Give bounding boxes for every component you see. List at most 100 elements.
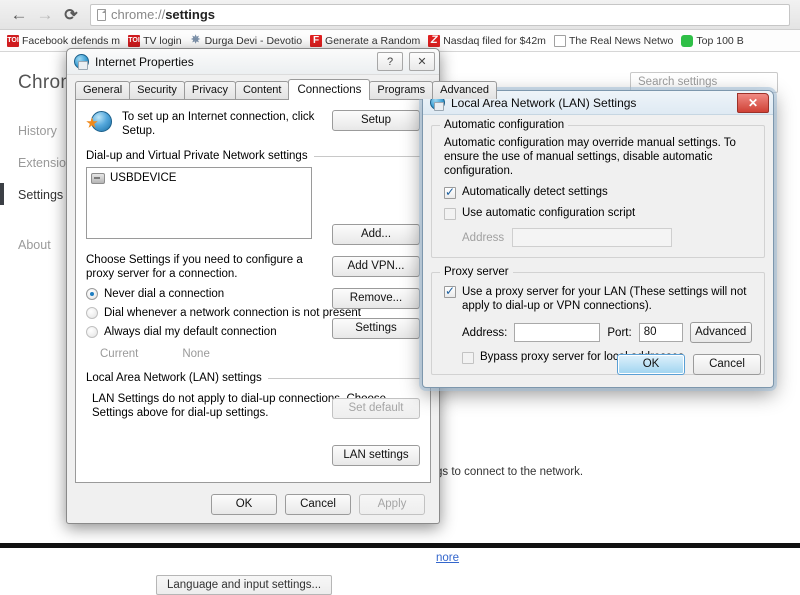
lan-settings-footer: OK Cancel (617, 354, 761, 375)
toi-icon: TOI (7, 34, 19, 47)
advanced-button[interactable]: Advanced (689, 322, 752, 343)
checkbox-icon[interactable] (444, 208, 456, 220)
proxy-address-input[interactable] (514, 323, 601, 342)
add-button[interactable]: Add... (332, 224, 420, 245)
bookmark-item[interactable]: TOI Facebook defends m (4, 34, 123, 48)
current-connection-row: Current None (100, 348, 420, 360)
dialup-group-header: Dial-up and Virtual Private Network sett… (86, 150, 420, 162)
internet-properties-footer: OK Cancel Apply (67, 494, 439, 515)
green-chat-icon (681, 34, 694, 47)
z-icon: Z (428, 34, 441, 47)
tab-content[interactable]: Content (234, 81, 290, 99)
use-proxy-checkbox-row[interactable]: Use a proxy server for your LAN (These s… (444, 284, 752, 313)
modem-icon (91, 172, 105, 184)
bookmark-item[interactable]: The Real News Netwo (551, 34, 676, 48)
connection-name: USBDEVICE (110, 172, 177, 184)
tab-security[interactable]: Security (129, 81, 185, 99)
lan-settings-button[interactable]: LAN settings (332, 445, 420, 466)
lan-settings-dialog: Local Area Network (LAN) Settings ✕ Auto… (422, 90, 774, 388)
add-vpn-button[interactable]: Add VPN... (332, 256, 420, 277)
script-address-input[interactable] (512, 228, 673, 247)
bookmark-item[interactable]: Top 100 B (678, 34, 746, 48)
bookmark-item[interactable]: Z Nasdaq filed for $42m (425, 34, 549, 48)
page-bottom-edge (0, 543, 800, 548)
set-default-button[interactable]: Set default (332, 398, 420, 419)
checkbox-label: Automatically detect settings (462, 186, 608, 198)
radio-icon[interactable] (86, 288, 98, 300)
browser-toolbar: ← → ⟳ chrome://settings (0, 0, 800, 30)
forward-button[interactable]: → (32, 2, 58, 28)
lan-settings-body: Automatic configuration Automatic config… (431, 117, 765, 375)
internet-explorer-icon (74, 54, 89, 70)
url-scheme: chrome:// (111, 7, 166, 22)
apply-button[interactable]: Apply (359, 494, 425, 515)
close-icon[interactable]: ✕ (737, 92, 769, 113)
star-icon: ✵ (190, 34, 201, 46)
internet-properties-tabstrip: General Security Privacy Content Connect… (67, 79, 498, 100)
tab-general[interactable]: General (75, 81, 131, 99)
document-icon (553, 34, 566, 47)
url-path: settings (165, 7, 216, 22)
checkbox-icon[interactable] (444, 284, 456, 298)
tab-advanced[interactable]: Advanced (432, 81, 498, 99)
close-icon[interactable]: ✕ (409, 52, 435, 71)
internet-connection-icon (86, 110, 112, 134)
current-label: Current (100, 348, 139, 360)
proxy-settings-button[interactable]: Settings (332, 318, 420, 339)
settings-text-snippet: gs to connect to the network. (436, 466, 584, 478)
auto-detect-settings-checkbox-row[interactable]: Automatically detect settings (444, 185, 752, 199)
proxy-address-port-row: Address: Port: 80 Advanced (462, 322, 752, 343)
cancel-button[interactable]: Cancel (693, 354, 761, 375)
learn-more-link[interactable]: nore (436, 552, 459, 564)
setup-button[interactable]: Setup (332, 110, 420, 131)
radio-label: Always dial my default connection (104, 326, 277, 338)
f-icon: F (310, 34, 323, 47)
ok-button[interactable]: OK (211, 494, 277, 515)
address-bar[interactable]: chrome://settings (90, 3, 790, 26)
proxy-address-label: Address: (462, 326, 508, 339)
proxy-port-label: Port: (607, 326, 632, 339)
proxy-server-legend: Proxy server (440, 266, 513, 278)
radio-label: Dial whenever a network connection is no… (104, 307, 361, 319)
language-and-input-settings-button[interactable]: Language and input settings... (156, 575, 333, 595)
setup-description: To set up an Internet connection, click … (122, 111, 315, 137)
radio-icon[interactable] (86, 326, 98, 338)
url-text: chrome://settings (111, 7, 215, 22)
connections-tab-panel: To set up an Internet connection, click … (75, 99, 431, 483)
page-info-icon[interactable] (97, 8, 106, 21)
list-item[interactable]: USBDEVICE (91, 172, 307, 184)
reload-button[interactable]: ⟳ (58, 2, 84, 28)
dialup-group-label: Dial-up and Virtual Private Network sett… (86, 150, 308, 162)
ok-button[interactable]: OK (617, 354, 685, 375)
bookmark-label: The Real News Netwo (568, 34, 674, 47)
tab-programs[interactable]: Programs (369, 81, 434, 99)
bookmark-label: TV login (143, 34, 182, 47)
remove-button[interactable]: Remove... (332, 288, 420, 309)
back-button[interactable]: ← (6, 2, 32, 28)
bookmark-item[interactable]: ✵ Durga Devi - Devotio (187, 34, 305, 48)
internet-properties-dialog: Internet Properties ? ✕ General Security… (66, 48, 498, 524)
script-address-label: Address (462, 231, 505, 244)
checkbox-label: Use a proxy server for your LAN (These s… (462, 286, 747, 312)
current-value: None (182, 348, 210, 360)
bookmark-item[interactable]: F Generate a Random (307, 34, 423, 48)
use-config-script-checkbox-row[interactable]: Use automatic configuration script (444, 207, 752, 220)
proxy-port-input[interactable]: 80 (638, 323, 683, 342)
tab-privacy[interactable]: Privacy (183, 81, 236, 99)
dialog-title: Internet Properties (95, 54, 194, 69)
group-divider (313, 155, 420, 157)
bookmark-label: Generate a Random (325, 34, 421, 47)
bookmark-item[interactable]: TOI TV login (125, 34, 185, 48)
bookmark-label: Durga Devi - Devotio (204, 34, 303, 47)
checkbox-icon[interactable] (462, 352, 474, 364)
help-icon[interactable]: ? (377, 52, 403, 71)
cancel-button[interactable]: Cancel (285, 494, 351, 515)
automatic-configuration-legend: Automatic configuration (440, 119, 569, 131)
checkbox-icon[interactable] (444, 185, 456, 199)
toi-icon: TOI (128, 34, 141, 47)
internet-properties-titlebar[interactable]: Internet Properties ? ✕ (67, 49, 439, 75)
tab-connections[interactable]: Connections (288, 79, 371, 100)
radio-icon[interactable] (86, 307, 98, 319)
checkbox-label: Use automatic configuration script (462, 207, 636, 219)
connections-listbox[interactable]: USBDEVICE (86, 167, 312, 239)
